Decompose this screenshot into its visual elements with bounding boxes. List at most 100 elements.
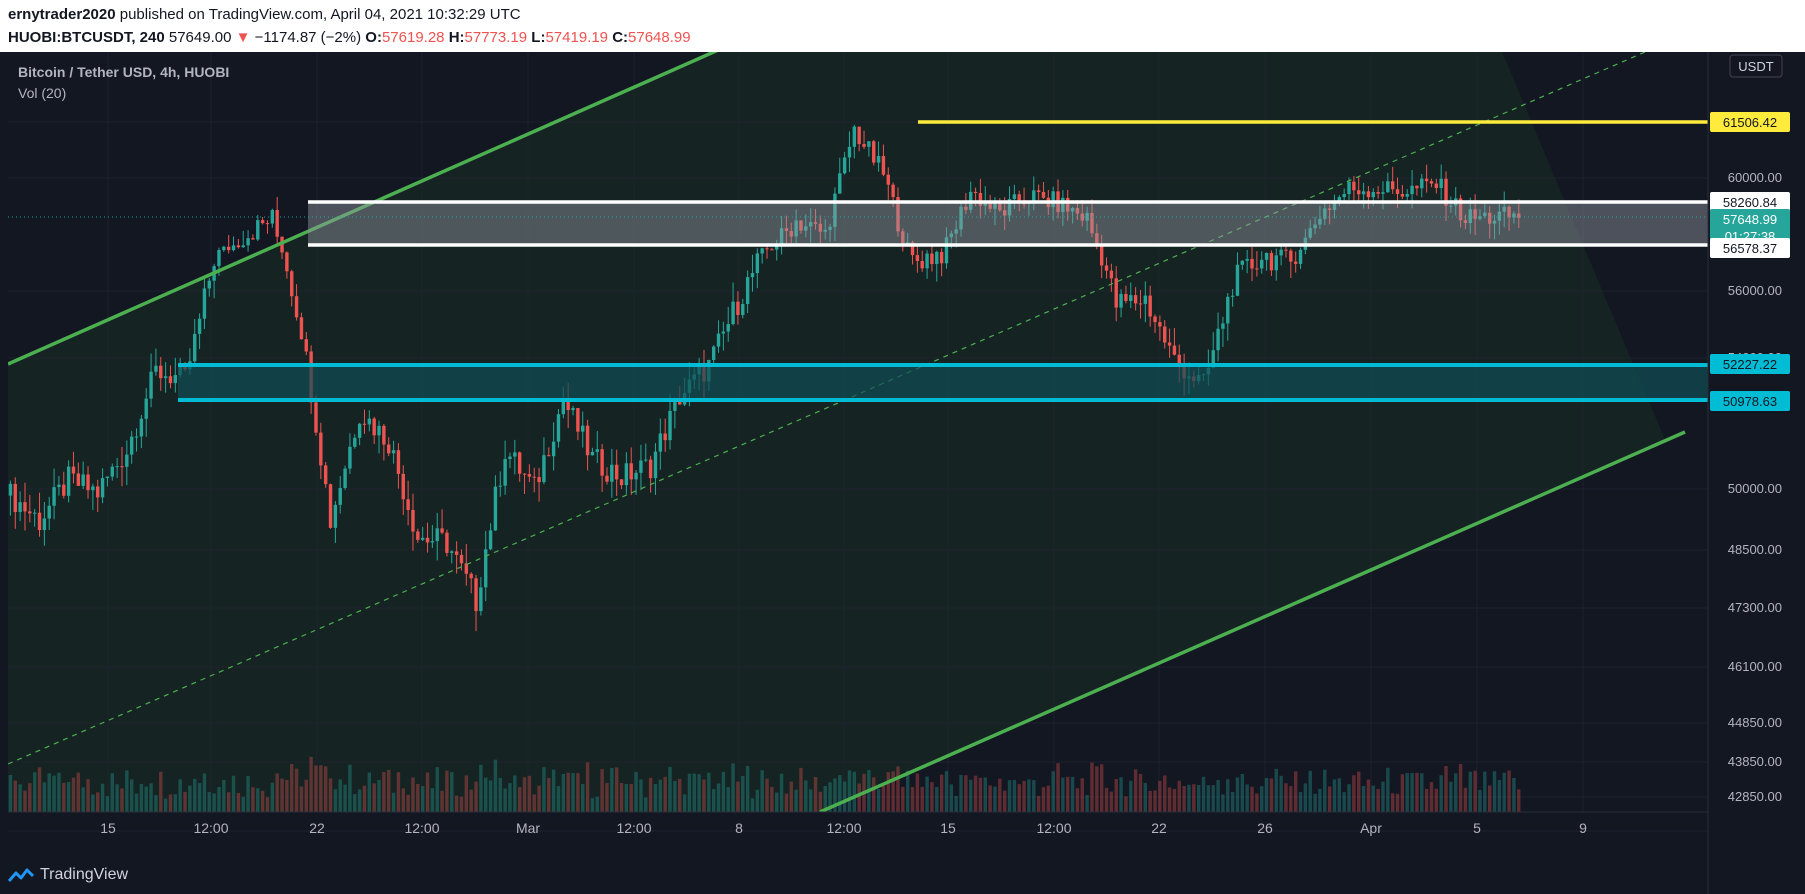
candle-body[interactable]: [110, 466, 114, 477]
candle-body[interactable]: [222, 246, 226, 251]
candle-body[interactable]: [299, 317, 304, 340]
candle-body[interactable]: [91, 486, 95, 491]
candle-body[interactable]: [81, 474, 85, 486]
candle-body[interactable]: [1279, 249, 1283, 256]
candle-body[interactable]: [8, 483, 13, 496]
support-zone[interactable]: [178, 365, 1708, 400]
candle-body[interactable]: [745, 277, 750, 304]
candle-body[interactable]: [600, 449, 604, 476]
candle-body[interactable]: [852, 126, 857, 147]
candle-body[interactable]: [18, 502, 22, 513]
candle-body[interactable]: [251, 238, 255, 240]
candle-body[interactable]: [629, 463, 633, 480]
candle-body[interactable]: [1264, 252, 1269, 260]
candle-body[interactable]: [1298, 249, 1303, 264]
candle-body[interactable]: [62, 484, 66, 496]
candle-body[interactable]: [86, 474, 90, 491]
candle-body[interactable]: [1269, 252, 1274, 271]
candle-body[interactable]: [1133, 295, 1138, 304]
candle-body[interactable]: [464, 563, 469, 574]
resistance-zone[interactable]: [308, 202, 1708, 245]
candle-body[interactable]: [163, 376, 168, 379]
candle-body[interactable]: [275, 209, 279, 237]
candle-body[interactable]: [173, 375, 178, 384]
candle-body[interactable]: [1289, 250, 1293, 262]
candle-body[interactable]: [193, 333, 197, 362]
candle-body[interactable]: [1143, 295, 1148, 304]
candle-body[interactable]: [440, 528, 444, 533]
candle-body[interactable]: [474, 578, 478, 612]
candle-body[interactable]: [736, 301, 740, 316]
candle-body[interactable]: [1230, 295, 1235, 297]
candle-body[interactable]: [420, 537, 425, 540]
candle-body[interactable]: [1250, 258, 1254, 269]
candle-body[interactable]: [479, 587, 483, 612]
candle-body[interactable]: [973, 191, 978, 194]
candle-body[interactable]: [1221, 323, 1225, 329]
candle-body[interactable]: [605, 475, 609, 482]
chart-legend-title[interactable]: Bitcoin / Tether USD, 4h, HUOBI: [18, 64, 229, 80]
candle-body[interactable]: [304, 339, 308, 352]
candle-body[interactable]: [721, 331, 726, 334]
candle-body[interactable]: [1395, 189, 1400, 194]
candle-body[interactable]: [450, 551, 454, 553]
candle-body[interactable]: [503, 459, 507, 486]
candle-body[interactable]: [159, 365, 163, 379]
candle-body[interactable]: [930, 253, 934, 265]
candle-body[interactable]: [319, 432, 323, 466]
candle-body[interactable]: [125, 454, 129, 467]
candle-body[interactable]: [881, 156, 886, 175]
candle-body[interactable]: [1386, 181, 1390, 193]
candle-body[interactable]: [416, 531, 420, 540]
candle-body[interactable]: [149, 371, 153, 399]
candle-body[interactable]: [28, 511, 32, 514]
candle-body[interactable]: [493, 486, 498, 531]
candle-body[interactable]: [1041, 191, 1046, 198]
candle-body[interactable]: [576, 408, 580, 432]
candle-body[interactable]: [1390, 181, 1395, 190]
candle-body[interactable]: [71, 466, 76, 474]
candle-body[interactable]: [648, 459, 653, 479]
candle-body[interactable]: [353, 437, 357, 447]
candle-body[interactable]: [1274, 255, 1278, 271]
publisher-name[interactable]: ernytrader2020: [8, 6, 116, 23]
candle-body[interactable]: [891, 184, 895, 198]
candle-body[interactable]: [1405, 194, 1409, 197]
candle-body[interactable]: [1245, 258, 1249, 261]
candle-body[interactable]: [285, 252, 289, 272]
candle-body[interactable]: [920, 260, 924, 269]
candle-body[interactable]: [498, 485, 502, 487]
candle-body[interactable]: [1293, 261, 1298, 264]
candle-body[interactable]: [537, 477, 541, 483]
footer-brand[interactable]: TradingView: [8, 866, 128, 884]
candle-body[interactable]: [226, 246, 231, 251]
price-chart[interactable]: 15 12:00 22 12:00 Mar 12:00 8 12:00 15 12:00 22 26 A…: [0, 52, 1805, 894]
candle-body[interactable]: [241, 245, 245, 248]
candle-body[interactable]: [939, 251, 944, 264]
candle-body[interactable]: [290, 271, 294, 297]
candle-body[interactable]: [842, 157, 847, 174]
candle-body[interactable]: [872, 141, 876, 163]
candle-body[interactable]: [236, 245, 241, 248]
candle-body[interactable]: [862, 144, 866, 147]
candle-body[interactable]: [595, 449, 599, 452]
candle-body[interactable]: [391, 450, 396, 454]
candle-body[interactable]: [401, 473, 405, 500]
candle-body[interactable]: [770, 249, 774, 251]
candle-body[interactable]: [935, 251, 939, 265]
candle-body[interactable]: [1104, 265, 1109, 271]
candle-body[interactable]: [207, 280, 211, 289]
candle-body[interactable]: [328, 484, 333, 528]
candle-body[interactable]: [134, 436, 139, 438]
candle-body[interactable]: [1036, 190, 1041, 192]
candle-body[interactable]: [513, 452, 517, 457]
candle-body[interactable]: [1415, 185, 1419, 189]
candle-body[interactable]: [32, 512, 37, 514]
candle-body[interactable]: [144, 398, 148, 419]
candle-body[interactable]: [1284, 249, 1288, 251]
candle-body[interactable]: [1376, 192, 1380, 194]
candle-body[interactable]: [256, 220, 260, 240]
candle-body[interactable]: [925, 253, 929, 269]
candle-body[interactable]: [1361, 191, 1366, 195]
candle-body[interactable]: [760, 248, 764, 254]
